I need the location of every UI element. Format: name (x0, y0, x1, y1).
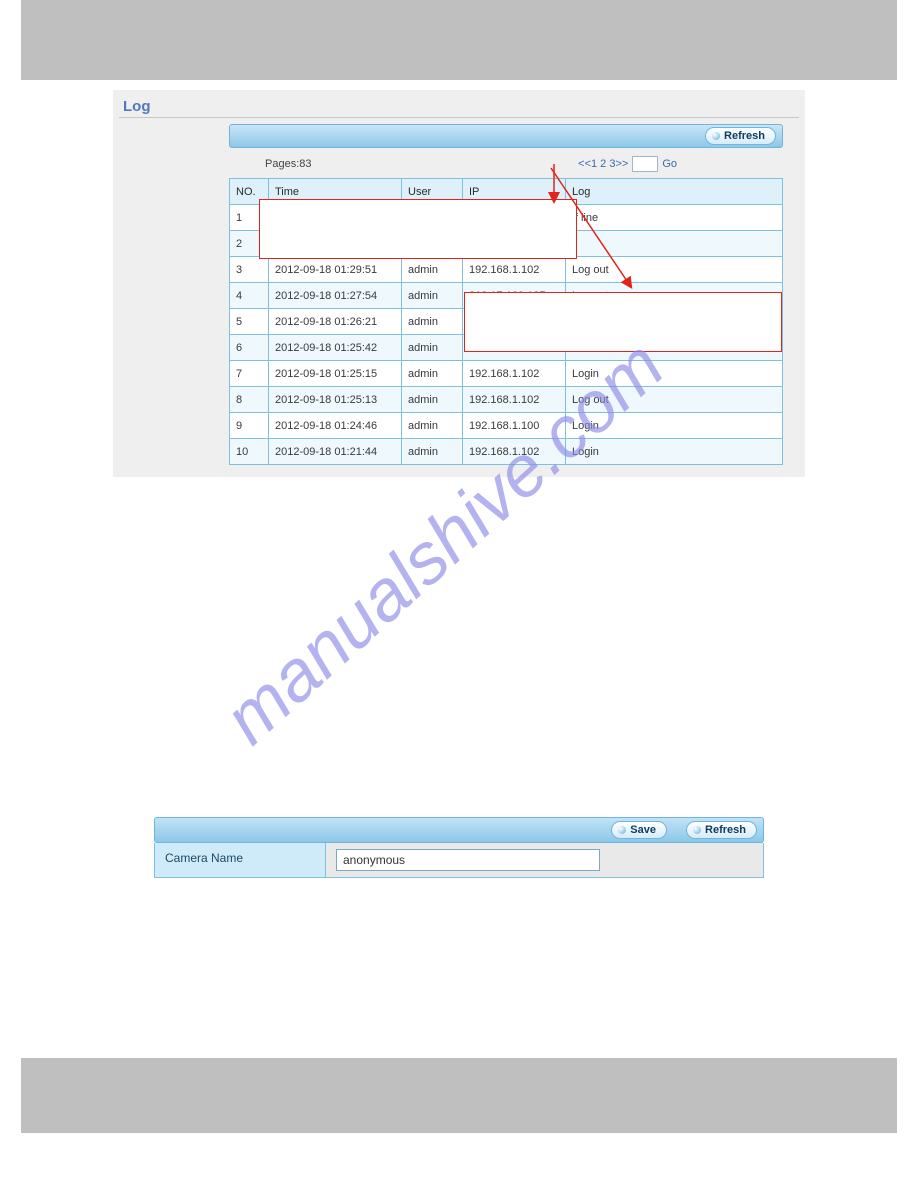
log-panel: Refresh Pages:83 <<1 2 3>> Go NO. Time U… (229, 124, 783, 465)
camera-toolbar: Save Refresh (154, 817, 764, 843)
pages-count: Pages:83 (265, 158, 311, 170)
cell-time: 2012-09-18 01:26:21 (269, 309, 402, 335)
cell-time: 2012-09-18 01:27:54 (269, 283, 402, 309)
cell-ip: 192.168.1.102 (463, 439, 566, 465)
cell-time: 2012-09-18 01:29:51 (269, 257, 402, 283)
cell-time: 2012-09-18 01:24:46 (269, 413, 402, 439)
cell-user: admin (402, 387, 463, 413)
cell-no: 5 (230, 309, 269, 335)
cell-ip: 192.168.1.102 (463, 361, 566, 387)
cell-no: 3 (230, 257, 269, 283)
cell-log: Login (566, 413, 783, 439)
save-button[interactable]: Save (611, 821, 667, 839)
annotation-arrow-right (549, 166, 729, 296)
cell-log: Login (566, 361, 783, 387)
table-row: 7 2012-09-18 01:25:15 admin 192.168.1.10… (230, 361, 783, 387)
page-footer-band (21, 1058, 897, 1133)
table-row: 10 2012-09-18 01:21:44 admin 192.168.1.1… (230, 439, 783, 465)
cell-user: admin (402, 335, 463, 361)
page-header-band (21, 0, 897, 80)
camera-name-panel: Save Refresh Camera Name (154, 817, 764, 878)
camera-name-input[interactable] (336, 849, 600, 871)
cell-log: Log out (566, 387, 783, 413)
table-row: 9 2012-09-18 01:24:46 admin 192.168.1.10… (230, 413, 783, 439)
divider (119, 117, 799, 118)
cell-user: admin (402, 257, 463, 283)
cell-user: admin (402, 309, 463, 335)
log-section: Log Refresh Pages:83 <<1 2 3>> Go NO. Ti… (113, 90, 805, 477)
camera-name-row: Camera Name (154, 843, 764, 878)
save-label: Save (630, 824, 656, 836)
annotation-redbox-right (464, 292, 782, 352)
annotation-redbox-left (259, 199, 577, 259)
cell-time: 2012-09-18 01:25:15 (269, 361, 402, 387)
cell-user: admin (402, 361, 463, 387)
camera-name-field-wrap (326, 843, 763, 877)
refresh-label: Refresh (724, 130, 765, 142)
table-row: 8 2012-09-18 01:25:13 admin 192.168.1.10… (230, 387, 783, 413)
refresh-button[interactable]: Refresh (705, 127, 776, 145)
cell-user: admin (402, 283, 463, 309)
cell-ip: 192.168.1.100 (463, 413, 566, 439)
cell-no: 4 (230, 283, 269, 309)
cell-log: Login (566, 439, 783, 465)
cell-user: admin (402, 413, 463, 439)
section-title: Log (123, 98, 799, 115)
cell-user: admin (402, 439, 463, 465)
refresh-button[interactable]: Refresh (686, 821, 757, 839)
save-icon (618, 826, 626, 834)
cell-no: 9 (230, 413, 269, 439)
log-toolbar: Refresh (229, 124, 783, 148)
refresh-label: Refresh (705, 824, 746, 836)
refresh-icon (712, 132, 720, 140)
refresh-icon (693, 826, 701, 834)
cell-no: 8 (230, 387, 269, 413)
cell-no: 7 (230, 361, 269, 387)
cell-time: 2012-09-18 01:25:13 (269, 387, 402, 413)
cell-no: 6 (230, 335, 269, 361)
camera-name-label: Camera Name (155, 843, 326, 877)
cell-no: 10 (230, 439, 269, 465)
cell-time: 2012-09-18 01:21:44 (269, 439, 402, 465)
cell-time: 2012-09-18 01:25:42 (269, 335, 402, 361)
cell-ip: 192.168.1.102 (463, 387, 566, 413)
